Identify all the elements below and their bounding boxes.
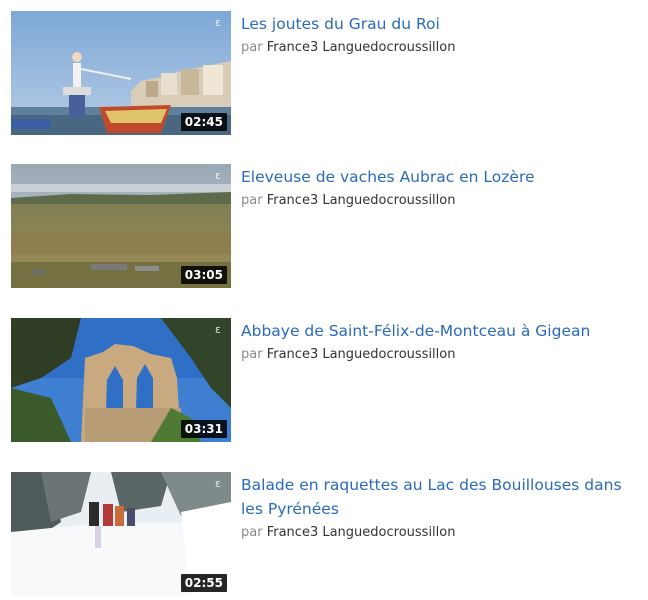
video-title-link[interactable]: Eleveuse de vaches Aubrac en Lozère — [241, 165, 641, 189]
video-thumbnail[interactable]: ε 02:45 — [11, 11, 231, 135]
byline-prefix: par — [241, 347, 263, 362]
channel-logo-icon: ε — [215, 323, 221, 336]
video-author-link[interactable]: France3 Languedocroussillon — [267, 347, 456, 362]
video-item: ε 02:55 Balade en raquettes au Lac des B… — [0, 472, 648, 596]
video-byline: par France3 Languedocroussillon — [241, 524, 641, 542]
video-byline: par France3 Languedocroussillon — [241, 346, 641, 364]
video-duration: 03:31 — [180, 420, 227, 438]
video-title-link[interactable]: Abbaye de Saint-Félix-de-Montceau à Gige… — [241, 319, 641, 343]
video-byline: par France3 Languedocroussillon — [241, 39, 641, 57]
video-item: ε 03:31 Abbaye de Saint-Félix-de-Montcea… — [0, 318, 648, 442]
video-thumbnail[interactable]: ε 03:31 — [11, 318, 231, 442]
video-item: ε 02:45 Les joutes du Grau du Roi par Fr… — [0, 11, 648, 135]
byline-prefix: par — [241, 40, 263, 55]
video-item: ε 03:05 Eleveuse de vaches Aubrac en Loz… — [0, 164, 648, 288]
channel-logo-icon: ε — [215, 169, 221, 182]
video-author-link[interactable]: France3 Languedocroussillon — [267, 525, 456, 540]
video-duration: 02:45 — [180, 113, 227, 131]
video-author-link[interactable]: France3 Languedocroussillon — [267, 40, 456, 55]
byline-prefix: par — [241, 525, 263, 540]
channel-logo-icon: ε — [215, 16, 221, 29]
video-duration: 03:05 — [180, 266, 227, 284]
video-thumbnail[interactable]: ε 02:55 — [11, 472, 231, 596]
video-author-link[interactable]: France3 Languedocroussillon — [267, 193, 456, 208]
video-byline: par France3 Languedocroussillon — [241, 192, 641, 210]
video-thumbnail[interactable]: ε 03:05 — [11, 164, 231, 288]
video-title-link[interactable]: Balade en raquettes au Lac des Bouillous… — [241, 473, 641, 521]
video-title-link[interactable]: Les joutes du Grau du Roi — [241, 12, 641, 36]
byline-prefix: par — [241, 193, 263, 208]
channel-logo-icon: ε — [215, 477, 221, 490]
video-duration: 02:55 — [180, 574, 227, 592]
